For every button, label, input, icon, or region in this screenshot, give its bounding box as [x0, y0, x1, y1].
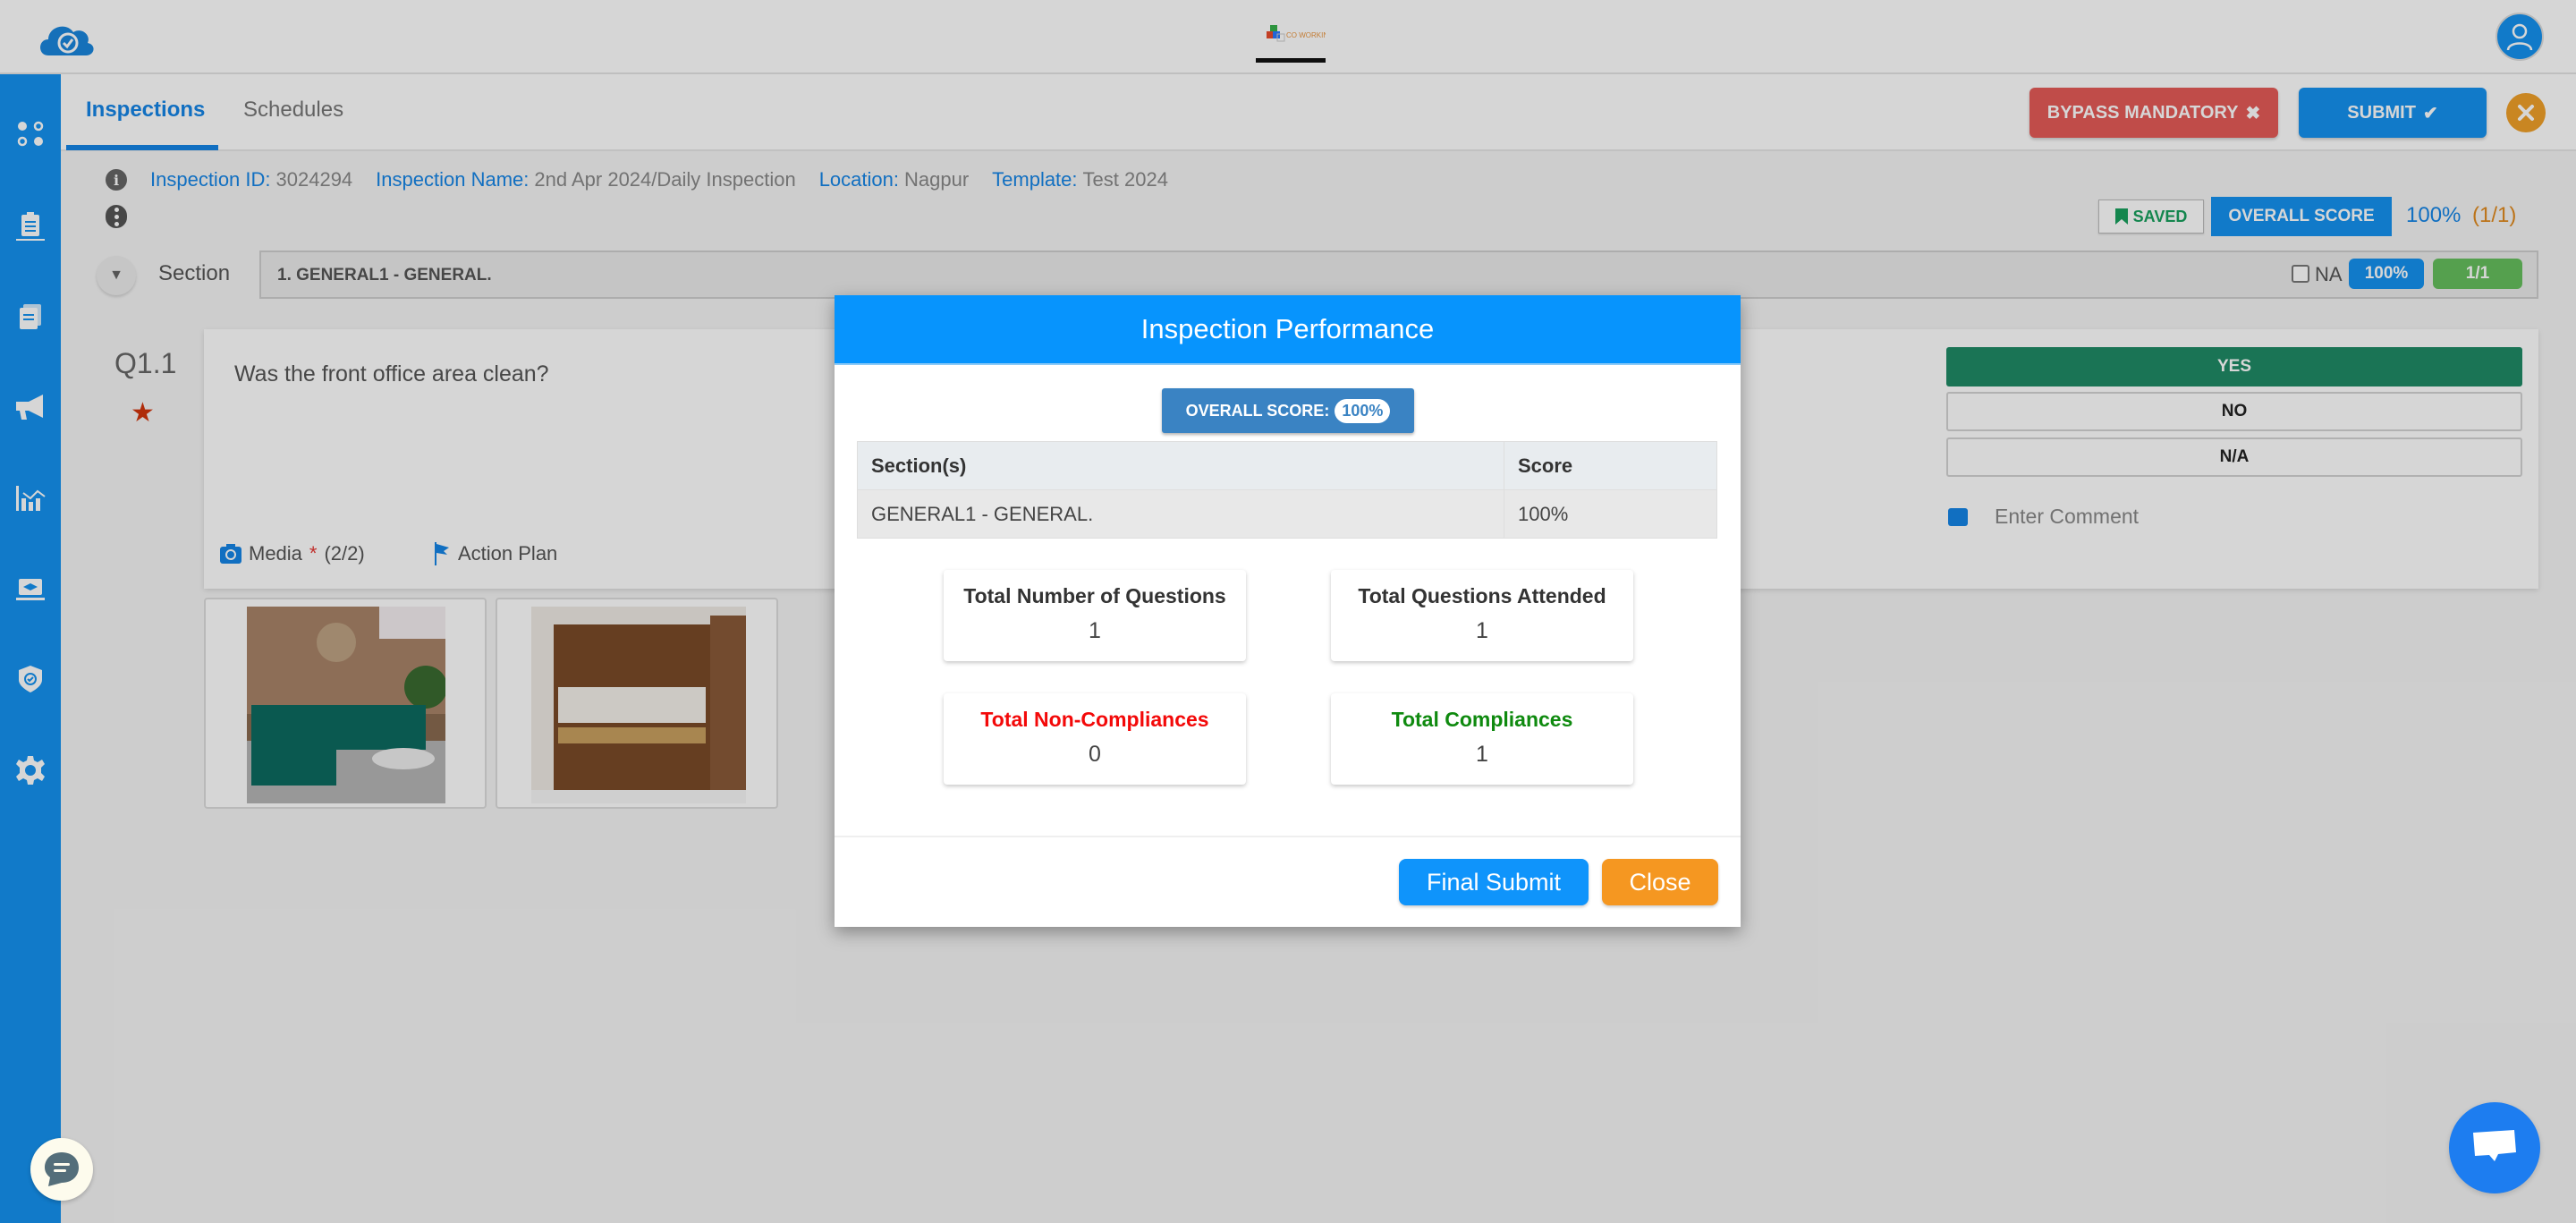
- stat-card-total-questions: Total Number of Questions 1: [944, 570, 1246, 661]
- modal-footer-divider: [835, 836, 1741, 837]
- message-icon: [2473, 1130, 2516, 1161]
- overall-score-value: 100%: [1335, 398, 1391, 423]
- table-row: GENERAL1 - GENERAL. 100%: [857, 489, 1717, 539]
- chat-support-button[interactable]: [30, 1138, 93, 1201]
- table-header-row: Section(s) Score: [857, 441, 1717, 490]
- stat-card-non-compliances: Total Non-Compliances 0: [944, 693, 1246, 785]
- messenger-button[interactable]: [2449, 1102, 2540, 1193]
- inspection-performance-modal: Inspection Performance OVERALL SCORE: 10…: [835, 295, 1741, 927]
- stat-card-questions-attended: Total Questions Attended 1: [1331, 570, 1633, 661]
- stat-card-compliances: Total Compliances 1: [1331, 693, 1633, 785]
- section-score-table: Section(s) Score GENERAL1 - GENERAL. 100…: [857, 441, 1717, 539]
- modal-header: Inspection Performance: [835, 295, 1741, 365]
- section-name-cell: GENERAL1 - GENERAL.: [857, 489, 1504, 539]
- overall-score-label: OVERALL SCORE:: [1185, 401, 1330, 420]
- chat-bubble-icon: [45, 1152, 79, 1186]
- overall-score-badge: OVERALL SCORE: 100%: [1162, 388, 1414, 433]
- column-header-score: Score: [1504, 441, 1717, 490]
- section-score-cell: 100%: [1504, 489, 1717, 539]
- final-submit-button[interactable]: Final Submit: [1399, 859, 1589, 905]
- modal-title: Inspection Performance: [1140, 313, 1435, 344]
- close-button[interactable]: Close: [1602, 859, 1718, 905]
- column-header-sections: Section(s): [857, 441, 1504, 490]
